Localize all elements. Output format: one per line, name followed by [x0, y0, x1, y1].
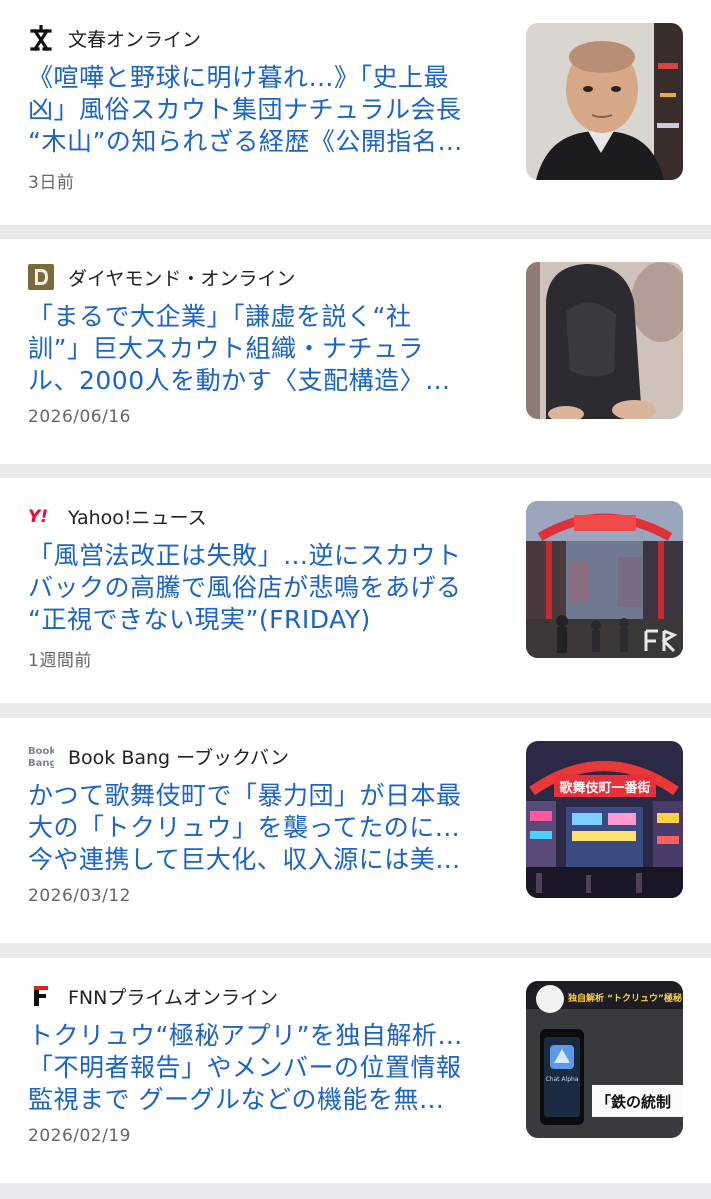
news-card[interactable]: ダイヤモンド・オンライン 「まるで大企業」「謙虚を説く“社 訓”」巨大スカウト組…: [0, 239, 711, 464]
source-name: Yahoo!ニュース: [68, 506, 207, 529]
thumbnail-banner-text: 独自解析 “トクリュウ”極秘ア: [567, 992, 683, 1004]
article-headline[interactable]: 「まるで大企業」「謙虚を説く“社 訓”」巨大スカウト組織・ナチュラ ル、2000…: [28, 301, 500, 397]
news-card[interactable]: Y! Yahoo!ニュース 「風営法改正は失敗」…逆にスカウト バックの高騰で風…: [0, 478, 711, 703]
source-name: 文春オンライン: [68, 28, 202, 51]
article-thumbnail[interactable]: 独自解析 “トクリュウ”極秘ア Chat Alpha 「鉄の統制: [526, 981, 683, 1138]
svg-text:Bang: Bang: [28, 758, 54, 768]
news-card[interactable]: Book Bang Book Bang ーブックバン かつて歌舞伎町で「暴力団」…: [0, 718, 711, 943]
thumbnail-caption-text: 「鉄の統制: [596, 1093, 671, 1111]
source-row: ダイヤモンド・オンライン: [28, 263, 295, 291]
svg-text:Y!: Y!: [28, 507, 48, 526]
article-thumbnail[interactable]: [526, 23, 683, 180]
bunshun-logo-icon: [28, 25, 54, 51]
source-name: ダイヤモンド・オンライン: [68, 267, 296, 290]
yahoo-logo-icon: Y!: [28, 503, 54, 529]
article-headline[interactable]: 「風営法改正は失敗」…逆にスカウト バックの高騰で風俗店が悲鳴をあげる “正視で…: [28, 540, 500, 636]
article-thumbnail[interactable]: 歌舞伎町一番街: [526, 741, 683, 898]
source-name: Book Bang ーブックバン: [68, 746, 290, 769]
article-thumbnail[interactable]: [526, 262, 683, 419]
article-headline[interactable]: トクリュウ“極秘アプリ”を独自解析… 「不明者報告」やメンバーの位置情報 監視ま…: [28, 1020, 500, 1116]
article-timestamp: 3日前: [28, 173, 75, 193]
diamond-logo-icon: [28, 264, 54, 290]
source-row: FNNプライムオンライン: [28, 982, 278, 1010]
fnn-logo-icon: [28, 983, 54, 1009]
thumbnail-app-text: Chat Alpha: [546, 1076, 579, 1083]
article-thumbnail[interactable]: [526, 501, 683, 658]
source-row: Y! Yahoo!ニュース: [28, 502, 207, 530]
bookbang-logo-icon: Book Bang: [28, 743, 54, 769]
svg-text:Book: Book: [28, 746, 54, 757]
thumbnail-sign-text: 歌舞伎町一番街: [559, 780, 650, 796]
source-row: 文春オンライン: [28, 24, 201, 52]
news-card[interactable]: 文春オンライン 《喧嘩と野球に明け暮れ…》「史上最 凶」風俗スカウト集団ナチュラ…: [0, 0, 711, 225]
article-timestamp: 2026/02/19: [28, 1126, 131, 1146]
article-timestamp: 1週間前: [28, 651, 92, 671]
source-row: Book Bang Book Bang ーブックバン: [28, 742, 289, 770]
article-timestamp: 2026/03/12: [28, 886, 131, 906]
source-name: FNNプライムオンライン: [68, 986, 278, 1009]
article-timestamp: 2026/06/16: [28, 407, 131, 427]
news-card[interactable]: FNNプライムオンライン トクリュウ“極秘アプリ”を独自解析… 「不明者報告」や…: [0, 958, 711, 1183]
article-headline[interactable]: かつて歌舞伎町で「暴力団」が日本最 大の「トクリュウ」を襲ってたのに… 今や連携…: [28, 780, 500, 876]
article-headline[interactable]: 《喧嘩と野球に明け暮れ…》「史上最 凶」風俗スカウト集団ナチュラル会長 “木山”…: [28, 62, 500, 158]
